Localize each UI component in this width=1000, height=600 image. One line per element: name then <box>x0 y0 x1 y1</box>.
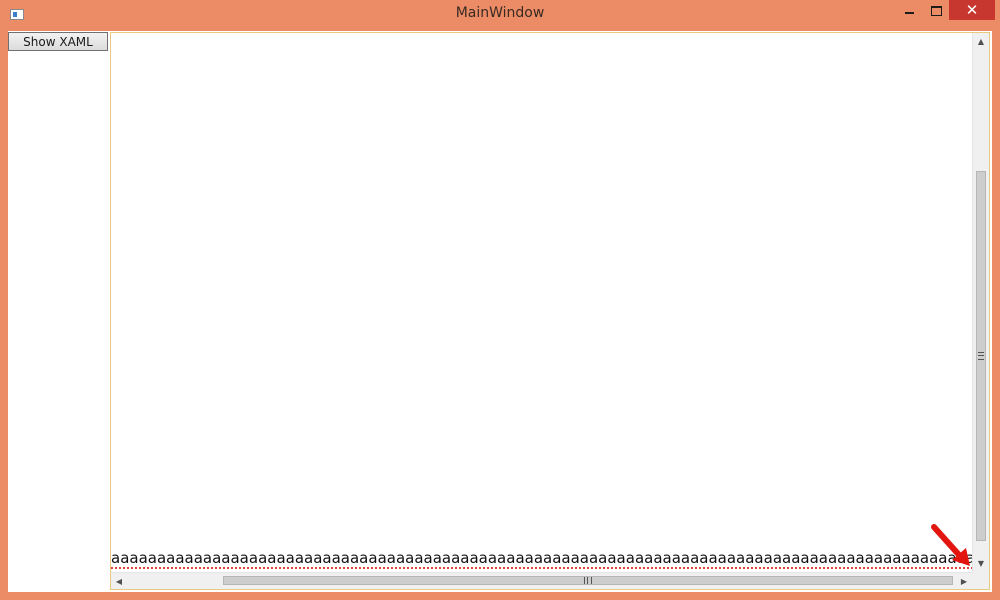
scroll-up-icon[interactable]: ▲ <box>973 33 989 50</box>
client-area: Show XAML aaaaaaaaaaaaaaaaaaaaaaaaaaaaaa… <box>8 31 992 592</box>
title-bar[interactable]: MainWindow ✕ <box>0 0 1000 31</box>
maximize-button[interactable] <box>923 0 949 22</box>
close-button[interactable]: ✕ <box>949 0 995 20</box>
thumb-grip-icon <box>584 577 592 584</box>
red-arrow-annotation <box>931 524 970 566</box>
show-xaml-button[interactable]: Show XAML <box>8 32 108 51</box>
scrollbar-corner <box>972 572 989 589</box>
main-window: MainWindow ✕ Show XAML aaaaaaaaaaaaaaaaa… <box>0 0 1000 600</box>
vertical-scrollbar[interactable]: ▲ ▼ <box>972 33 989 572</box>
thumb-grip-icon <box>978 352 984 360</box>
horizontal-scrollbar[interactable]: ◀ ▶ <box>111 572 972 589</box>
horizontal-scroll-thumb[interactable] <box>223 576 953 585</box>
vertical-scroll-thumb[interactable] <box>976 171 986 541</box>
scroll-left-icon[interactable]: ◀ <box>111 573 127 589</box>
minimize-button[interactable] <box>896 0 922 22</box>
rich-text-editor[interactable]: aaaaaaaaaaaaaaaaaaaaaaaaaaaaaaaaaaaaaaaa… <box>110 32 990 590</box>
scroll-right-icon[interactable]: ▶ <box>956 573 972 589</box>
editor-text-line[interactable]: aaaaaaaaaaaaaaaaaaaaaaaaaaaaaaaaaaaaaaaa… <box>111 550 973 569</box>
window-title: MainWindow <box>455 5 545 21</box>
close-icon: ✕ <box>965 1 979 19</box>
